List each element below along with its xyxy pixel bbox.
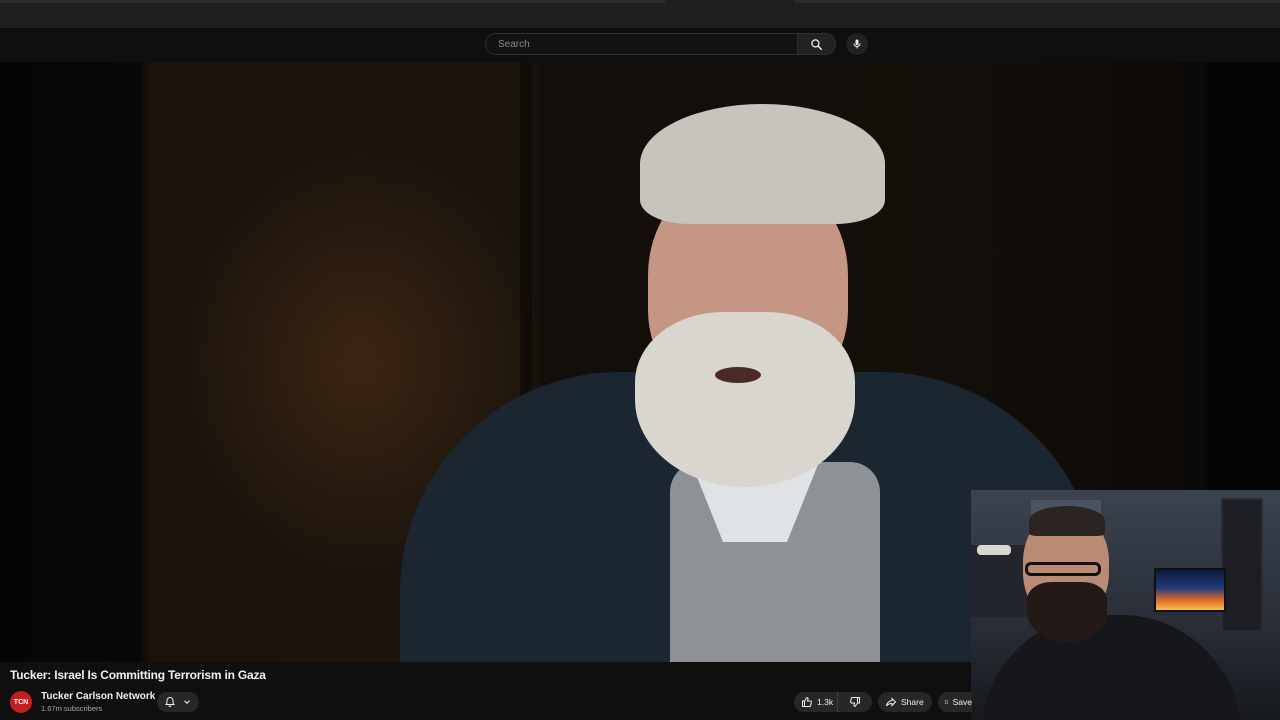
share-icon [886,697,897,707]
bookmark-icon [944,700,948,705]
top-bar [0,28,1280,62]
chevron-down-icon [184,700,190,705]
streamer-body [981,615,1241,720]
streamer-glasses [1025,562,1101,576]
background-shelf [1221,498,1263,632]
beard-shape [635,312,855,487]
thumbs-up-icon [802,696,812,708]
notification-button[interactable] [157,692,199,712]
background-tv [1154,568,1226,612]
webcam-overlay [971,490,1280,720]
hair-shape [640,104,885,224]
like-count: 1.3k [817,697,834,707]
like-dislike-group: 1.3k [794,692,872,712]
background-lamp [977,545,1011,555]
voice-search-button[interactable] [846,33,868,55]
subscriber-count: 1.67m subscribers [41,703,103,713]
tab-indicator [0,0,665,3]
channel-info: TCN Tucker Carlson Network 1.67m subscri… [10,690,155,714]
search-button[interactable] [798,33,836,55]
search-box [485,33,798,55]
microphone-icon [853,39,861,49]
bell-icon [165,696,175,707]
like-button[interactable]: 1.3k [794,692,838,712]
streamer-hair [1029,506,1105,536]
save-button[interactable]: Save [938,692,972,712]
search-icon [811,38,823,50]
channel-avatar[interactable]: TCN [10,691,32,713]
tab-indicator [795,0,1280,3]
background-desk [971,545,1031,617]
channel-name[interactable]: Tucker Carlson Network [41,691,155,702]
video-title: Tucker: Israel Is Committing Terrorism i… [10,668,266,682]
thumbs-down-icon [850,696,860,708]
share-button[interactable]: Share [878,692,932,712]
save-label: Save [952,697,972,707]
dislike-button[interactable] [838,692,872,712]
search-input[interactable] [496,37,797,51]
mouth-shape [715,367,761,383]
share-label: Share [901,697,924,707]
browser-strip [0,0,1280,29]
streamer-beard [1027,582,1107,642]
